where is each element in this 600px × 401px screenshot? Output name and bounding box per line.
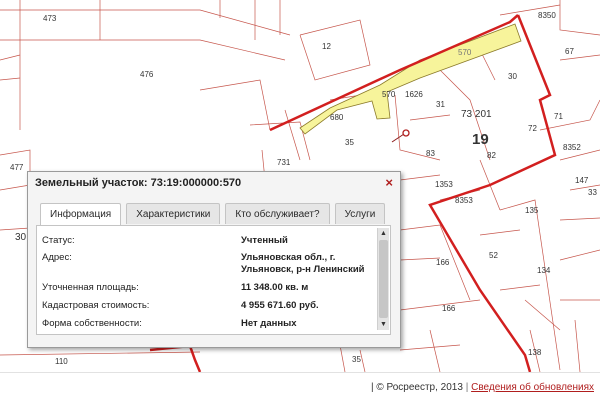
row-label: Адрес: <box>42 252 72 263</box>
parcel-label: 731 <box>277 158 291 167</box>
parcel-label: 147 <box>575 176 589 185</box>
parcel-label: 82 <box>487 151 496 160</box>
parcel-label: 476 <box>140 70 154 79</box>
close-button[interactable]: × <box>385 175 393 191</box>
parcel-label: 1353 <box>435 180 453 189</box>
parcel-label: 166 <box>436 258 450 267</box>
scroll-down-arrow-icon[interactable]: ▼ <box>379 320 388 329</box>
parcel-info-popup: Земельный участок: 73:19:000000:570 × Ин… <box>27 171 401 348</box>
footer-separator: | <box>465 382 469 393</box>
info-panel[interactable]: Статус: Учтенный Адрес: Ульяновская обл.… <box>36 225 391 335</box>
parcel-label: 8350 <box>538 11 556 20</box>
parcel-label: 680 <box>330 113 344 122</box>
row-label: Форма собственности: <box>42 318 142 329</box>
parcel-label: 570 <box>458 48 472 57</box>
parcel-label: 52 <box>489 251 498 260</box>
parcel-label: 8353 <box>455 196 473 205</box>
row-value: Нет данных <box>241 318 297 329</box>
parcel-label: 67 <box>565 47 574 56</box>
parcel-label: 1626 <box>405 90 423 99</box>
tab-information[interactable]: Информация <box>40 203 122 225</box>
row-label: Статус: <box>42 235 75 246</box>
copyright-text: © Росреестр, 2013 <box>376 382 463 393</box>
location-pin[interactable] <box>391 129 410 143</box>
parcel-label: 19 <box>472 131 489 148</box>
row-label: Уточненная площадь: <box>42 282 139 293</box>
parcel-label: 134 <box>537 266 551 275</box>
footer: | © Росреестр, 2013 | Сведения об обновл… <box>0 372 600 401</box>
popup-title: Земельный участок: 73:19:000000:570 <box>35 177 242 189</box>
tab-characteristics[interactable]: Характеристики <box>126 203 221 224</box>
footer-separator: | <box>370 382 374 393</box>
parcel-label: 71 <box>554 112 563 121</box>
row-value: Ульяновская обл., г. Ульяновск, р-н Лени… <box>241 252 365 275</box>
parcel-label: 72 <box>528 124 537 133</box>
parcel-label: 135 <box>525 206 539 215</box>
footer-content: | © Росреестр, 2013 | Сведения об обновл… <box>371 382 594 393</box>
popup-tabs: Информация Характеристики Кто обслуживае… <box>40 203 386 225</box>
row-value: 4 955 671.60 руб. <box>241 300 319 311</box>
parcel-label: 35 <box>352 355 361 364</box>
parcel-label: 570 <box>382 90 396 99</box>
row-value: Учтенный <box>241 235 288 246</box>
vertical-scrollbar[interactable]: ▲ ▼ <box>377 228 389 330</box>
parcel-label: 110 <box>55 357 68 366</box>
parcel-label: 138 <box>528 348 542 357</box>
parcel-label: 477 <box>10 163 24 172</box>
updates-info-link[interactable]: Сведения об обновлениях <box>471 382 594 393</box>
parcel-label: 31 <box>436 100 445 109</box>
row-label: Кадастровая стоимость: <box>42 300 150 311</box>
parcel-label: 12 <box>322 42 331 51</box>
parcel-label: 73 201 <box>461 109 492 120</box>
row-value: 11 348.00 кв. м <box>241 282 309 293</box>
parcel-label: 33 <box>588 188 597 197</box>
parcel-label: 35 <box>345 138 354 147</box>
parcel-label: 83 <box>426 149 435 158</box>
tab-services[interactable]: Услуги <box>334 203 386 224</box>
scroll-up-arrow-icon[interactable]: ▲ <box>379 229 388 238</box>
parcel-label: 8352 <box>563 143 581 152</box>
scrollbar-thumb[interactable] <box>379 240 388 318</box>
parcel-label: 166 <box>442 304 456 313</box>
parcel-label: 473 <box>43 14 57 23</box>
parcel-label: 30 <box>508 72 517 81</box>
tab-who-serves[interactable]: Кто обслуживает? <box>225 203 330 224</box>
parcel-label: 30 <box>15 232 27 243</box>
